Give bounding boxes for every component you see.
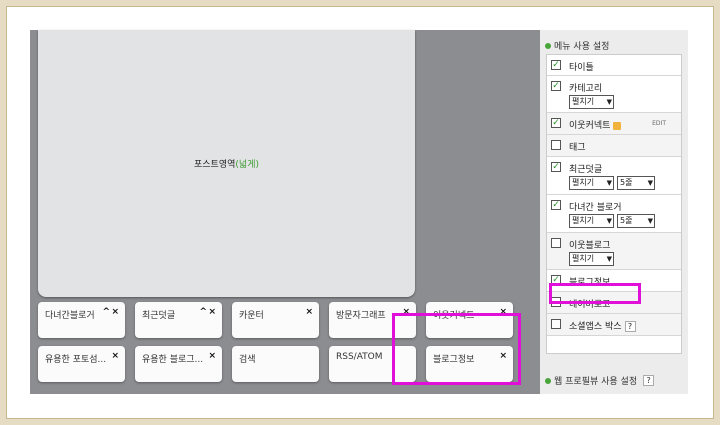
bullet-icon (545, 42, 551, 49)
menu-item-label: 이웃블로그 (569, 241, 611, 251)
menu-item-title[interactable]: ✓ 타이틀 (547, 55, 681, 76)
help-icon[interactable]: ? (643, 375, 655, 386)
widget-label: 최근덧글 (142, 311, 176, 321)
menu-item-label: 카테고리 (569, 84, 603, 94)
move-up-icon[interactable]: ^ (102, 307, 110, 317)
widget-label: 다녀간블로거 (45, 311, 95, 321)
move-up-icon[interactable]: ^ (199, 307, 207, 317)
widget-recent-comments[interactable]: 최근덧글 ^ × (135, 302, 222, 338)
menu-settings-title: 메뉴 사용 설정 (545, 39, 609, 52)
menu-item-visitor-bloggers[interactable]: ✓ 다녀간 블로거 펼치기 5줄 (547, 195, 681, 233)
checkbox[interactable]: ✓ (551, 162, 561, 172)
settings-sidebar: 메뉴 사용 설정 ✓ 타이틀 ✓ 카테고리 펼치기 ✓ 이웃커넥트 EDIT 태… (540, 30, 688, 394)
profile-settings-title: 웹 프로필뷰 사용 설정 ? (545, 374, 655, 387)
menu-item-neighbor-blog[interactable]: 이웃블로그 펼치기 (547, 233, 681, 270)
bullet-icon (545, 377, 551, 384)
close-icon[interactable]: × (111, 307, 119, 317)
widget-search[interactable]: 검색 (232, 346, 319, 382)
widget-label: RSS/ATOM (336, 352, 383, 362)
widget-label: 검색 (239, 355, 256, 365)
checkbox[interactable] (551, 238, 561, 248)
widget-label: 유용한 포토섬... (45, 355, 107, 365)
menu-item-social-apps[interactable]: 소셜앱스 박스? (547, 314, 681, 336)
post-area[interactable]: 포스트영역(넓게) (38, 30, 415, 297)
expand-select[interactable]: 펼치기 (569, 214, 614, 228)
checkbox[interactable] (551, 140, 561, 150)
menu-item-label: 소셜앱스 박스? (569, 319, 636, 332)
lines-select[interactable]: 5줄 (617, 214, 655, 228)
menu-item-label: 태그 (569, 143, 586, 153)
close-icon[interactable]: × (208, 351, 216, 361)
menu-item-neighbor-connect[interactable]: ✓ 이웃커넥트 EDIT (547, 113, 681, 135)
widget-label: 유용한 블로그... (142, 355, 204, 365)
menu-item-label: 다녀간 블로거 (569, 203, 622, 213)
help-icon[interactable]: ? (624, 321, 636, 332)
expand-select[interactable]: 펼치기 (569, 95, 614, 109)
highlight-box-menu-item (549, 283, 641, 304)
checkbox[interactable]: ✓ (551, 200, 561, 210)
lines-select[interactable]: 5줄 (617, 176, 655, 190)
menu-item-label: 타이틀 (569, 63, 594, 73)
widget-visitor-bloggers[interactable]: 다녀간블로거 ^ × (38, 302, 125, 338)
close-icon[interactable]: × (208, 307, 216, 317)
menu-item-category[interactable]: ✓ 카테고리 펼치기 (547, 76, 681, 113)
checkbox[interactable]: ✓ (551, 60, 561, 70)
close-icon[interactable]: × (305, 307, 313, 317)
menu-item-recent-comments[interactable]: ✓ 최근덧글 펼치기 5줄 (547, 157, 681, 195)
widget-useful-blog[interactable]: 유용한 블로그... × (135, 346, 222, 382)
checkbox[interactable] (551, 319, 561, 329)
widget-label: 방문자그래프 (336, 311, 386, 321)
checkbox[interactable]: ✓ (551, 81, 561, 91)
expand-select[interactable]: 펼치기 (569, 176, 614, 190)
widget-useful-photo[interactable]: 유용한 포토섬... × (38, 346, 125, 382)
edit-link[interactable]: EDIT (652, 120, 666, 127)
widget-counter[interactable]: 카운터 × (232, 302, 319, 338)
menu-list: ✓ 타이틀 ✓ 카테고리 펼치기 ✓ 이웃커넥트 EDIT 태그 ✓ 최근덧글 … (546, 54, 682, 354)
checkbox[interactable]: ✓ (551, 118, 561, 128)
post-area-label: 포스트영역(넓게) (194, 160, 259, 170)
highlight-box-widget (392, 313, 521, 385)
close-icon[interactable]: × (111, 351, 119, 361)
widget-label: 카운터 (239, 311, 264, 321)
menu-item-label: 최근덧글 (569, 165, 603, 175)
expand-select[interactable]: 펼치기 (569, 252, 614, 266)
new-badge-icon (613, 121, 622, 130)
menu-item-tag[interactable]: 태그 (547, 135, 681, 157)
menu-item-label: 이웃커넥트 (569, 118, 622, 131)
